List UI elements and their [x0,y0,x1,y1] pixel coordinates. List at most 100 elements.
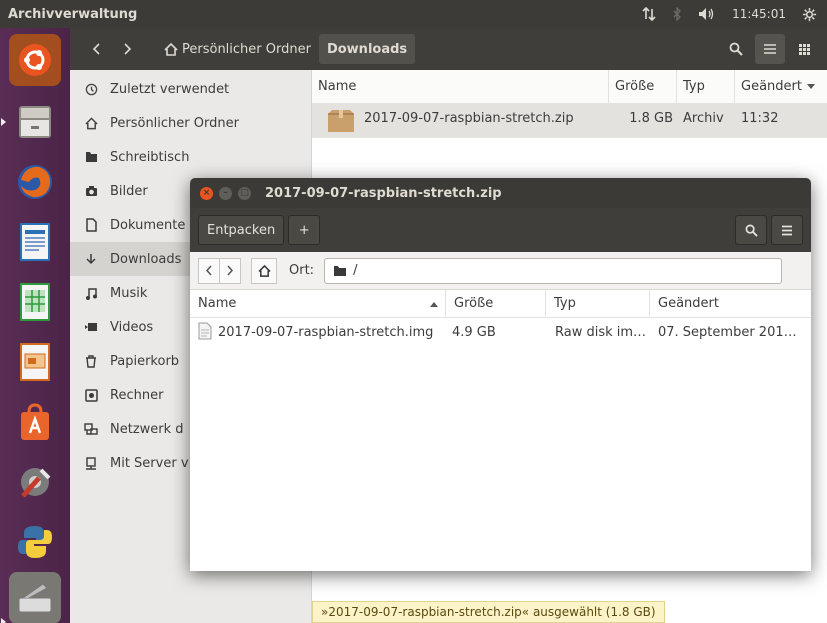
status-overlay: »2017-09-07-raspbian-stretch.zip« ausgew… [312,601,665,623]
column-modified-label: Geändert [741,79,802,94]
app-title: Archivverwaltung [8,6,138,22]
camera-icon [84,184,98,198]
dialog-toolbar: Entpacken + [190,208,811,252]
file-size: 4.9 GB [452,324,496,340]
search-icon [745,224,758,237]
system-settings-icon[interactable] [9,456,61,508]
folder-icon [334,265,347,276]
download-icon [84,252,98,266]
hamburger-icon [782,225,792,235]
sidebar-item-desktop[interactable]: Schreibtisch [70,140,312,174]
sidebar-item-label: Rechner [110,387,164,403]
extract-button[interactable]: Entpacken [198,215,285,245]
file-manager-headerbar: Persönlicher Ordner Downloads [70,28,827,70]
column-modified[interactable]: Geändert [735,70,827,104]
column-type[interactable]: Typ [546,290,650,318]
search-button[interactable] [735,215,767,245]
software-center-icon[interactable] [9,396,61,448]
writer-icon[interactable] [9,216,61,268]
files-app-icon[interactable] [9,96,61,148]
network-icon [84,422,98,436]
close-icon[interactable]: × [200,186,213,200]
video-icon [84,320,98,334]
firefox-icon[interactable] [9,156,61,208]
forward-button[interactable] [219,257,241,284]
home-icon [257,264,271,277]
sidebar-item-label: Musik [110,285,148,301]
server-icon [84,456,98,470]
column-size[interactable]: Größe [609,70,677,104]
forward-button[interactable] [112,34,142,64]
menu-button[interactable] [771,215,803,245]
launcher [0,28,70,623]
file-type: Archiv [683,110,724,126]
sidebar-item-label: Papierkorb [110,353,180,369]
archive-manager-window: × – □ 2017-09-07-raspbian-stretch.zip En… [190,178,811,571]
breadcrumb-home[interactable]: Persönlicher Ordner [156,34,319,64]
minimize-icon[interactable]: – [219,186,232,200]
dialog-titlebar[interactable]: × – □ 2017-09-07-raspbian-stretch.zip [190,178,811,208]
sort-descending-icon [806,83,815,89]
file-name: 2017-09-07-raspbian-stretch.zip [364,110,574,126]
table-row[interactable]: 2017-09-07-raspbian-stretch.zip 1.8 GB A… [312,104,827,138]
location-value: / [353,263,358,278]
running-indicator [1,118,6,126]
home-button[interactable] [251,257,277,284]
column-name-label: Name [198,296,237,311]
music-icon [84,286,98,300]
search-button[interactable] [721,34,751,64]
breadcrumb-home-label: Persönlicher Ordner [182,41,311,57]
sidebar-item-label: Mit Server v [110,455,189,471]
python-icon[interactable] [9,516,61,568]
column-name[interactable]: Name [190,290,446,318]
volume-icon[interactable] [698,7,716,21]
session-gear-icon[interactable] [802,7,817,22]
location-bar: Ort: / [190,252,811,290]
add-files-button[interactable]: + [288,215,321,245]
sidebar-item-label: Downloads [110,251,182,267]
trash-icon [84,354,98,368]
desktop-folder-icon [84,150,98,164]
column-name[interactable]: Name [312,70,609,104]
ubuntu-dash-icon[interactable] [9,34,61,86]
scanner-icon[interactable] [9,572,61,623]
location-field[interactable]: / [324,257,783,284]
sidebar-item-recent[interactable]: Zuletzt verwendet [70,72,312,106]
top-panel: Archivverwaltung 11:45:01 [0,0,827,28]
back-button[interactable] [82,34,112,64]
home-icon [84,116,98,130]
file-name: 2017-09-07-raspbian-stretch.img [218,324,434,340]
archive-file-icon [326,108,356,138]
indicator-area: 11:45:01 [642,7,827,22]
impress-icon[interactable] [9,336,61,388]
column-type[interactable]: Typ [677,70,735,104]
location-label: Ort: [289,263,315,278]
sidebar-item-label: Persönlicher Ordner [110,115,239,131]
breadcrumb-downloads[interactable]: Downloads [318,34,416,64]
running-indicator [1,618,6,623]
sort-ascending-icon [430,302,438,307]
clock[interactable]: 11:45:01 [732,7,786,21]
sidebar-item-label: Dokumente [110,217,186,233]
clock-icon [84,82,98,96]
back-button[interactable] [198,257,220,284]
sidebar-item-home[interactable]: Persönlicher Ordner [70,106,312,140]
computer-icon [84,388,98,402]
sidebar-item-label: Schreibtisch [110,149,190,165]
sidebar-item-label: Netzwerk d [110,421,184,437]
table-row[interactable]: 2017-09-07-raspbian-stretch.img 4.9 GB R… [190,318,811,346]
grid-view-button[interactable] [789,34,819,64]
bluetooth-icon[interactable] [672,7,682,21]
sidebar-item-label: Zuletzt verwendet [110,81,230,97]
document-icon [84,218,98,232]
column-size[interactable]: Größe [446,290,546,318]
network-transfer-icon[interactable] [642,7,656,21]
column-modified[interactable]: Geändert [650,290,811,318]
calc-icon[interactable] [9,276,61,328]
header-actions [721,34,827,64]
dialog-title: 2017-09-07-raspbian-stretch.zip [265,185,502,201]
list-view-button[interactable] [755,34,785,64]
sidebar-item-label: Videos [110,319,154,335]
maximize-icon[interactable]: □ [238,186,251,200]
file-modified: 11:32 [741,110,779,126]
